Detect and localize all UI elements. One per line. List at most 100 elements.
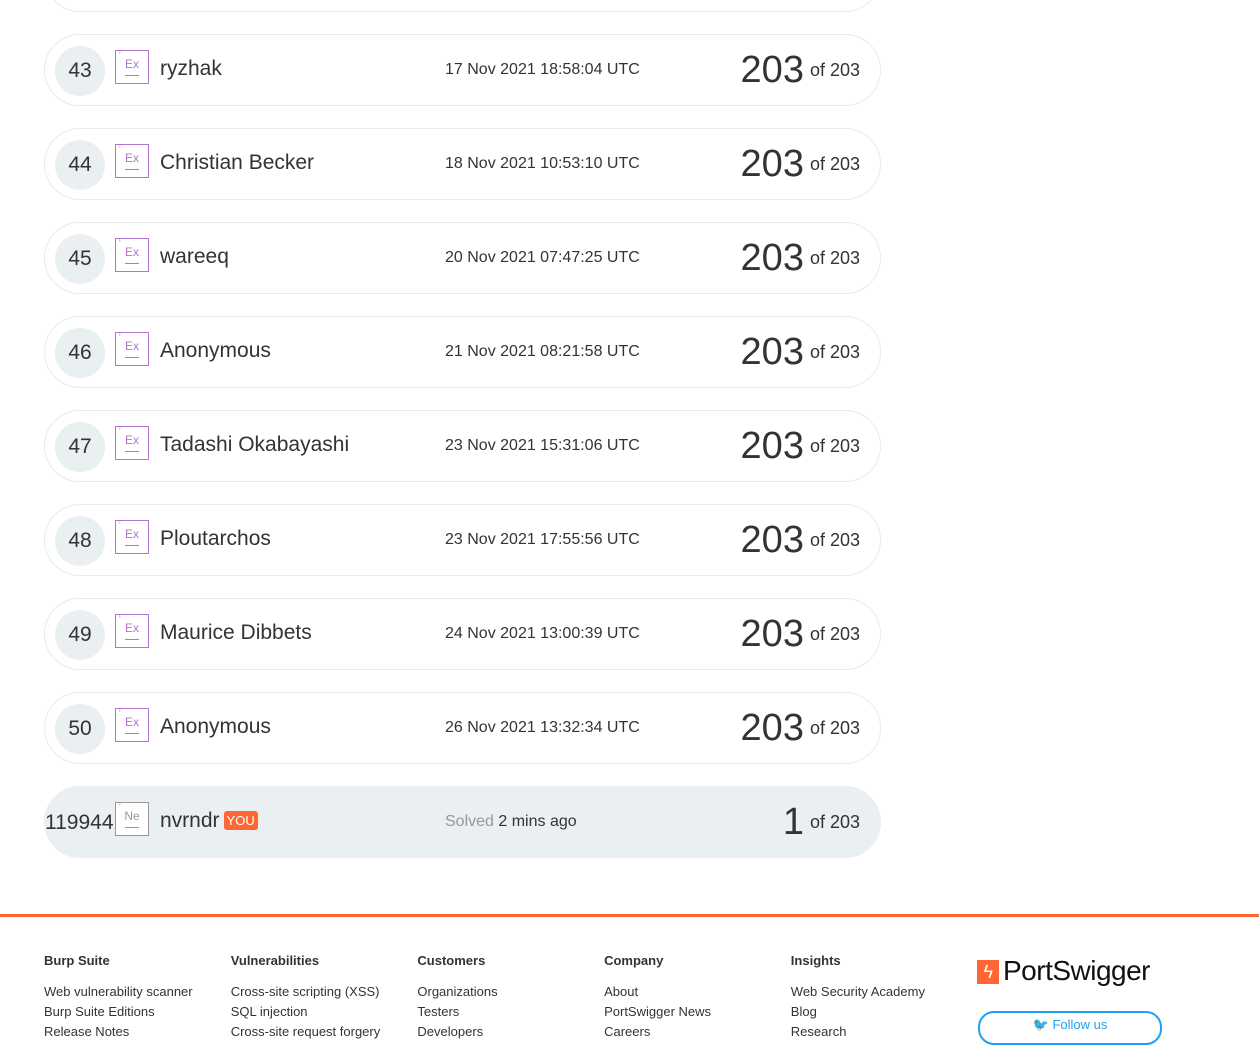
score-total: of 203	[809, 812, 860, 832]
score-value: 1	[782, 801, 804, 843]
twitter-follow-button[interactable]: 🐦 Follow us	[978, 1011, 1162, 1045]
footer-column: Burp Suite Web vulnerability scanner Burp …	[44, 953, 193, 1042]
footer-link[interactable]: Web vulnerability scanner	[44, 982, 193, 1002]
username: Tadashi Okabayashi	[160, 433, 349, 457]
leaderboard-row: 44 Ex Christian Becker 18 Nov 2021 10:53…	[44, 128, 881, 200]
score-value: 203	[740, 331, 804, 373]
score-value: 203	[740, 237, 804, 279]
rank: 49	[55, 610, 105, 660]
username: Ploutarchos	[160, 527, 271, 551]
level-badge-icon: Ex	[115, 700, 149, 742]
username-text[interactable]: Ploutarchos	[160, 527, 271, 550]
footer-link[interactable]: Burp Suite Editions	[44, 1002, 193, 1022]
footer-column-title: Insights	[790, 953, 841, 968]
you-badge: YOU	[223, 811, 258, 830]
score: 203 of 203	[741, 49, 860, 92]
leaderboard-row-current-user: 119944 Ne nvrndrYOU Solved 2 mins ago 1o…	[44, 786, 881, 858]
portswigger-logo[interactable]: ϟ PortSwigger	[977, 955, 1151, 987]
footer-link[interactable]: Careers	[604, 1022, 711, 1042]
leaderboard-row: 46 Ex Anonymous 21 Nov 2021 08:21:58 UTC…	[44, 316, 881, 388]
leaderboard-row: 49 Ex Maurice Dibbets 24 Nov 2021 13:00:…	[44, 598, 881, 670]
footer-link[interactable]: Blog	[791, 1002, 925, 1022]
score: 203 of 203	[741, 331, 860, 374]
score: 203 of 203	[741, 707, 860, 750]
leaderboard-row: 45 Ex wareeq 20 Nov 2021 07:47:25 UTC 20…	[44, 222, 881, 294]
footer-link[interactable]: Research	[791, 1022, 925, 1042]
date-text: 17 Nov 2021 18:58:04 UTC	[445, 61, 640, 78]
footer-column: Customers Organizations Testers Developers	[417, 953, 497, 1042]
score-value: 203	[740, 519, 804, 561]
rank: 44	[55, 140, 105, 190]
score: 203 of 203	[741, 425, 860, 468]
solved-date: 17 Nov 2021 18:58:04 UTC	[445, 61, 640, 79]
date-text: 23 Nov 2021 17:55:56 UTC	[445, 531, 640, 548]
footer-column-title: Company	[604, 953, 664, 968]
username-text[interactable]: nvrndr	[160, 809, 220, 832]
username: wareeq	[160, 245, 229, 269]
score-total: of 203	[809, 60, 860, 80]
footer: Burp Suite Web vulnerability scanner Burp …	[0, 914, 1259, 1045]
username: Maurice Dibbets	[160, 621, 312, 645]
leaderboard-row-previous	[44, 0, 881, 12]
solved-date: 24 Nov 2021 13:00:39 UTC	[445, 625, 640, 643]
rank: 46	[55, 328, 105, 378]
score-total: of 203	[809, 530, 860, 550]
solved-date: 23 Nov 2021 15:31:06 UTC	[445, 437, 640, 455]
rank: 50	[55, 704, 105, 754]
level-badge-icon: Ex	[115, 42, 149, 84]
footer-link[interactable]: Organizations	[417, 982, 497, 1002]
score-value: 203	[740, 143, 804, 185]
score: 203 of 203	[741, 237, 860, 280]
leaderboard-row: 50 Ex Anonymous 26 Nov 2021 13:32:34 UTC…	[44, 692, 881, 764]
solved-date: 21 Nov 2021 08:21:58 UTC	[445, 343, 640, 361]
level-badge-icon: Ex	[115, 230, 149, 272]
username-text[interactable]: Anonymous	[160, 715, 271, 738]
footer-link[interactable]: About	[604, 982, 711, 1002]
date-text: 24 Nov 2021 13:00:39 UTC	[445, 625, 640, 642]
footer-link[interactable]: SQL injection	[231, 1002, 381, 1022]
level-badge-icon: Ex	[115, 324, 149, 366]
rank: 119944	[45, 811, 114, 834]
level-badge-icon: Ex	[115, 512, 149, 554]
username-text[interactable]: wareeq	[160, 245, 229, 268]
username-text[interactable]: ryzhak	[160, 57, 222, 80]
footer-column-title: Vulnerabilities	[230, 953, 320, 968]
footer-link[interactable]: Web Security Academy	[791, 982, 925, 1002]
solved-date: 26 Nov 2021 13:32:34 UTC	[445, 719, 640, 737]
solved-date: 18 Nov 2021 10:53:10 UTC	[445, 155, 640, 173]
username-text[interactable]: Anonymous	[160, 339, 271, 362]
level-badge-icon: Ex	[115, 418, 149, 460]
score-total: of 203	[809, 436, 860, 456]
footer-link[interactable]: Cross-site scripting (XSS)	[231, 982, 381, 1002]
footer-column: Company About PortSwigger News Careers	[604, 953, 711, 1042]
footer-column-title: Customers	[417, 953, 486, 968]
footer-link[interactable]: Developers	[417, 1022, 497, 1042]
score: 1 of 203	[783, 801, 860, 844]
score-value: 203	[740, 707, 804, 749]
leaderboard-row: 47 Ex Tadashi Okabayashi 23 Nov 2021 15:…	[44, 410, 881, 482]
username: Anonymous	[160, 715, 271, 739]
username-text[interactable]: Christian Becker	[160, 151, 314, 174]
score-value: 203	[740, 425, 804, 467]
level-badge-icon: Ex	[115, 136, 149, 178]
level-badge-icon: Ne	[115, 794, 149, 836]
leaderboard-row: 43 Ex ryzhak 17 Nov 2021 18:58:04 UTC 20…	[44, 34, 881, 106]
score-value: 203	[740, 49, 804, 91]
username-text[interactable]: Tadashi Okabayashi	[160, 433, 349, 456]
leaderboard-row: 48 Ex Ploutarchos 23 Nov 2021 17:55:56 U…	[44, 504, 881, 576]
score: 203 of 203	[741, 613, 860, 656]
score-total: of 203	[809, 718, 860, 738]
username: Anonymous	[160, 339, 271, 363]
footer-link[interactable]: Testers	[417, 1002, 497, 1022]
username: ryzhak	[160, 57, 222, 81]
solved-date: Solved 2 mins ago	[445, 813, 577, 831]
footer-column: Vulnerabilities Cross-site scripting (XSS…	[231, 953, 381, 1042]
solved-date: 20 Nov 2021 07:47:25 UTC	[445, 249, 640, 267]
footer-link[interactable]: PortSwigger News	[604, 1002, 711, 1022]
username-text[interactable]: Maurice Dibbets	[160, 621, 312, 644]
username: Christian Becker	[160, 151, 314, 175]
footer-link[interactable]: Cross-site request forgery	[231, 1022, 381, 1042]
score-total: of 203	[809, 342, 860, 362]
solved-date: 23 Nov 2021 17:55:56 UTC	[445, 531, 640, 549]
footer-link[interactable]: Release Notes	[44, 1022, 193, 1042]
